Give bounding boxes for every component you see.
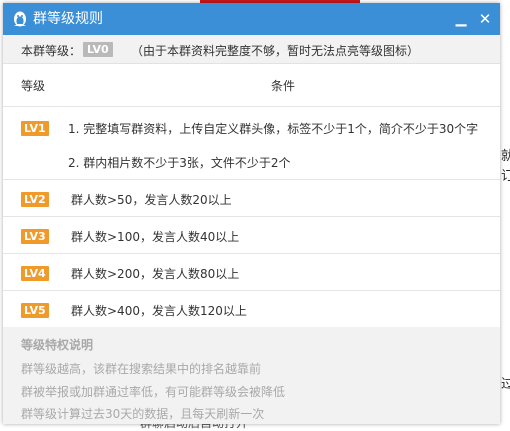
- privilege-note: 群等级计算过去30天的数据，且每天刷新一次: [21, 407, 265, 421]
- minimize-button[interactable]: ▁: [451, 9, 471, 29]
- background-text-1: 就: [501, 149, 510, 164]
- current-level-badge: LV0: [83, 42, 113, 57]
- qq-penguin-icon: [11, 10, 29, 28]
- privilege-notes-title: 等级特权说明: [21, 338, 94, 352]
- condition-text: 群人数>400，发言人数120以上: [71, 304, 247, 318]
- background-text-3: 过: [501, 377, 510, 392]
- level-badge-lv5: LV5: [21, 303, 49, 318]
- condition-text: 群人数>50，发言人数20以上: [71, 193, 232, 207]
- condition-text: 群人数>200，发言人数80以上: [71, 267, 240, 281]
- table-row-lv5: LV5 群人数>400，发言人数120以上: [3, 291, 500, 327]
- group-level-rules-dialog: 群等级规则 ▁ ✕ 本群等级： LV0 （由于本群资料完整度不够，暂时无法点亮等…: [3, 3, 500, 424]
- current-level-label: 本群等级：: [21, 44, 82, 58]
- privilege-notes: 等级特权说明 群等级越高，该群在搜索结果中的排名越靠前 群被举报或加群通过率低，…: [3, 327, 500, 424]
- level-badge-lv1: LV1: [21, 121, 49, 136]
- table-row-lv4: LV4 群人数>200，发言人数80以上: [3, 254, 500, 291]
- privilege-note: 群等级越高，该群在搜索结果中的排名越靠前: [21, 362, 262, 376]
- condition-text: 1. 完整填写群资料，上传自定义群头像，标签不少于1个，简介不少于30个字: [68, 122, 479, 136]
- table-row-lv3: LV3 群人数>100，发言人数40以上: [3, 217, 500, 254]
- rules-table-header: 等级 条件: [3, 64, 500, 107]
- close-button[interactable]: ✕: [475, 9, 495, 29]
- title-bar[interactable]: 群等级规则 ▁ ✕: [3, 3, 500, 35]
- current-level-note: （由于本群资料完整度不够，暂时无法点亮等级图标）: [131, 44, 420, 58]
- current-level-row: 本群等级： LV0 （由于本群资料完整度不够，暂时无法点亮等级图标）: [3, 35, 500, 64]
- dialog-title: 群等级规则: [33, 11, 103, 27]
- level-badge-lv3: LV3: [21, 229, 49, 244]
- background-text-2: 订: [501, 169, 510, 184]
- level-badge-lv2: LV2: [21, 192, 49, 207]
- column-header-condition: 条件: [271, 79, 296, 93]
- column-header-level: 等级: [21, 79, 46, 93]
- condition-text: 群人数>100，发言人数40以上: [71, 230, 240, 244]
- table-row-lv2: LV2 群人数>50，发言人数20以上: [3, 180, 500, 217]
- table-row-lv1: LV1 1. 完整填写群资料，上传自定义群头像，标签不少于1个，简介不少于30个…: [3, 107, 500, 180]
- condition-text: 2. 群内相片数不少于3张，文件不少于2个: [68, 156, 291, 170]
- level-badge-lv4: LV4: [21, 266, 49, 281]
- privilege-note: 群被举报或加群通过率低，有可能群等级会被降低: [21, 385, 286, 399]
